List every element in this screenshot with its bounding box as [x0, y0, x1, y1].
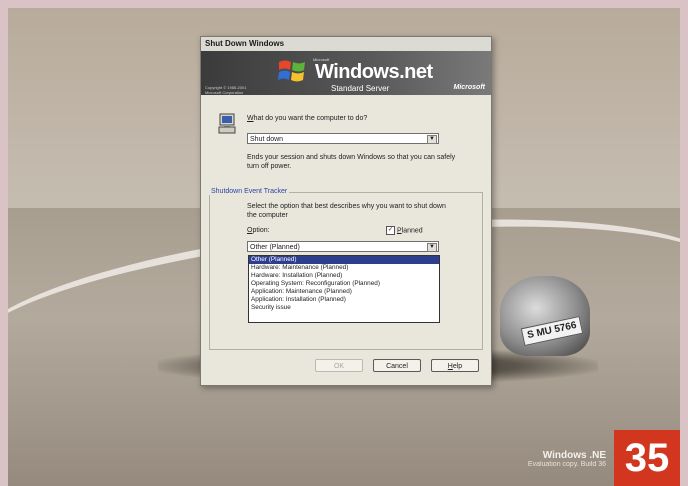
reason-option[interactable]: Operating System: Reconfiguration (Plann… — [249, 280, 439, 288]
action-select[interactable]: Shut down ▼ — [247, 133, 439, 144]
action-question: What do you want the computer to do? — [247, 115, 367, 122]
computer-icon — [218, 113, 236, 134]
chevron-down-icon[interactable]: ▼ — [427, 135, 437, 144]
option-label-text: ption: — [252, 227, 270, 234]
action-description: Ends your session and shuts down Windows… — [247, 154, 456, 170]
copyright-line-2: Microsoft Corporation — [205, 90, 244, 95]
banner-edition: Standard Server — [331, 84, 390, 93]
question-text: hat do you want the computer to do? — [253, 115, 368, 122]
banner-copyright: Copyright © 1985-2001 Microsoft Corporat… — [205, 85, 246, 95]
banner-product-name: Windows.net — [315, 61, 433, 83]
shutdown-dialog: Shut Down Windows Microsoft Windows.net … — [200, 36, 492, 386]
cancel-button[interactable]: Cancel — [373, 359, 421, 372]
reason-option[interactable]: Application: Installation (Planned) — [249, 296, 439, 304]
question-accelerator: W — [247, 115, 254, 122]
action-select-value: Shut down — [250, 136, 284, 143]
microsoft-logo: Microsoft — [453, 84, 486, 91]
reason-option[interactable]: Other (Planned) — [249, 256, 439, 264]
planned-checkbox[interactable]: ✓ — [386, 226, 395, 235]
option-label: Option: — [247, 227, 270, 234]
event-tracker-label: Shutdown Event Tracker — [209, 188, 290, 195]
reason-select[interactable]: Other (Planned) ▼ — [247, 241, 439, 252]
watermark-title: Windows .NE — [542, 450, 606, 461]
planned-checkbox-row[interactable]: ✓ Planned — [386, 226, 423, 235]
reason-option[interactable]: Hardware: Installation (Planned) — [249, 272, 439, 280]
help-label: elp — [452, 363, 463, 370]
ok-button[interactable]: OK — [315, 359, 363, 372]
desktop-watermark: Windows .NE Evaluation copy. Build 36 — [528, 450, 606, 468]
windows-flag-icon — [278, 60, 305, 82]
reason-select-value: Other (Planned) — [250, 244, 300, 251]
reason-dropdown-list[interactable]: Other (Planned) Hardware: Maintenance (P… — [248, 255, 440, 323]
planned-label: lanned — [401, 227, 423, 235]
reason-option[interactable]: Security issue — [249, 304, 439, 312]
windows-banner: Microsoft Windows.net Standard Server Co… — [201, 51, 491, 95]
reason-option[interactable]: Hardware: Maintenance (Planned) — [249, 264, 439, 272]
help-button[interactable]: Help — [431, 359, 479, 372]
chevron-down-icon[interactable]: ▼ — [427, 243, 437, 252]
reason-option[interactable]: Application: Maintenance (Planned) — [249, 288, 439, 296]
tracker-description: Select the option that best describes wh… — [247, 203, 446, 219]
watermark-subtitle: Evaluation copy. Build 36 — [527, 461, 606, 468]
dialog-titlebar[interactable]: Shut Down Windows — [201, 37, 491, 51]
page-number-badge: 35 — [614, 430, 680, 486]
